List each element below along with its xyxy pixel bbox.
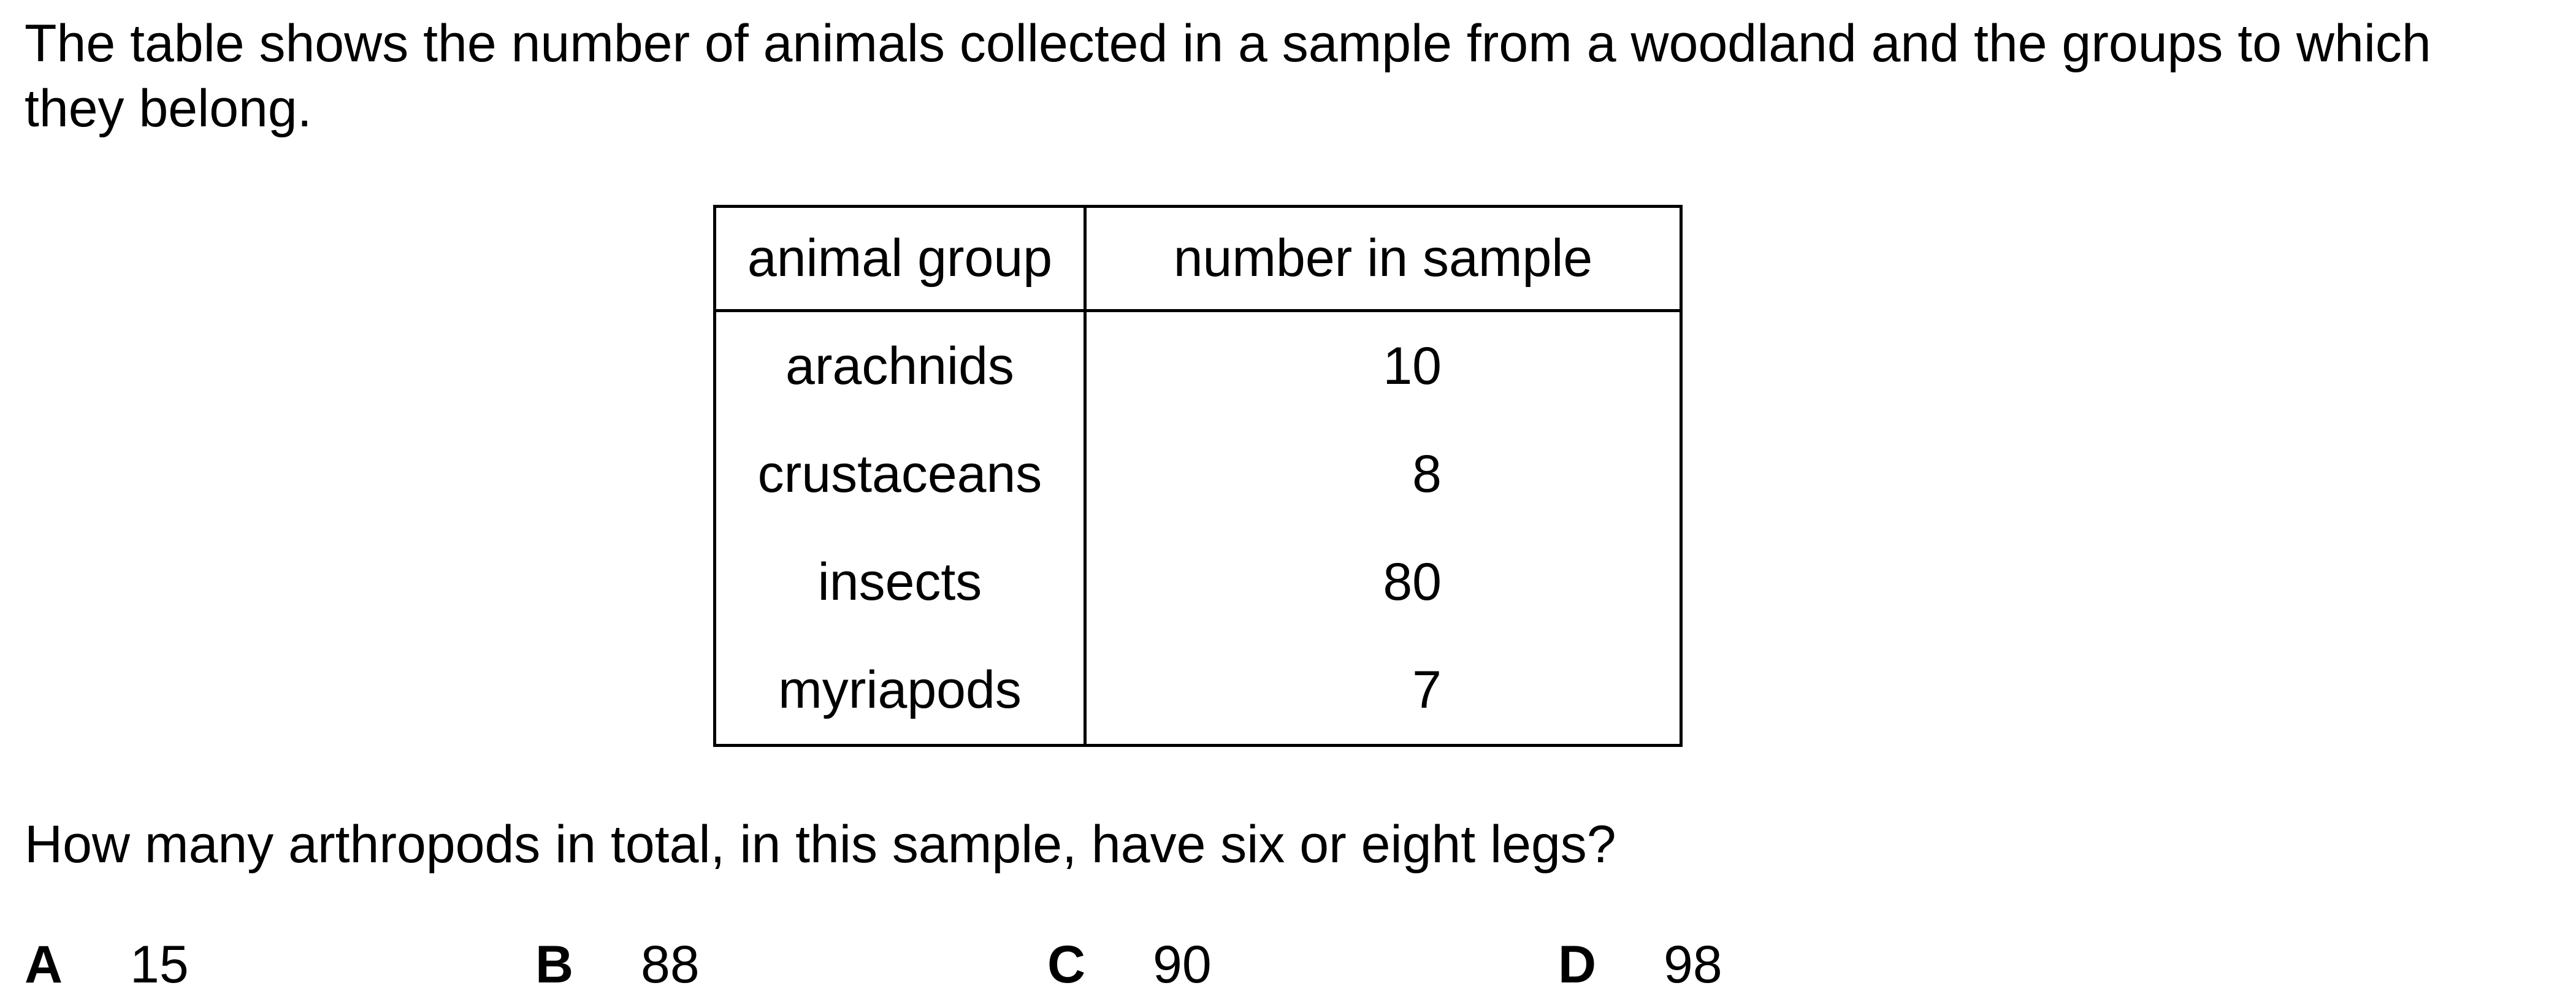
option-a[interactable]: A 15 <box>25 932 189 997</box>
number-cell: 10 <box>1383 336 1442 396</box>
table-row: crustaceans 8 <box>714 420 1681 528</box>
option-b[interactable]: B 88 <box>535 932 700 997</box>
option-value: 88 <box>641 935 700 994</box>
table-row: arachnids 10 <box>714 310 1681 420</box>
table-row: myriapods 7 <box>714 636 1681 746</box>
question-text: How many arthropods in total, in this sa… <box>25 815 1616 874</box>
number-cell: 80 <box>1383 552 1442 611</box>
animal-group-cell: crustaceans <box>714 420 1087 528</box>
number-cell: 8 <box>1412 444 1442 503</box>
option-value: 90 <box>1153 935 1212 994</box>
option-value: 98 <box>1664 935 1722 994</box>
header-animal-group: animal group <box>714 206 1087 312</box>
option-letter: B <box>535 935 574 994</box>
option-letter: C <box>1047 935 1086 994</box>
animal-table: animal group number in sample arachnids … <box>713 205 1683 747</box>
option-c[interactable]: C 90 <box>1047 932 1212 997</box>
option-d[interactable]: D 98 <box>1558 932 1722 997</box>
number-cell: 7 <box>1412 660 1442 719</box>
animal-group-cell: insects <box>714 528 1087 636</box>
option-value: 15 <box>130 935 189 994</box>
intro-text: The table shows the number of animals co… <box>25 14 2431 138</box>
table-row: insects 80 <box>714 528 1681 636</box>
animal-group-cell: myriapods <box>714 636 1087 746</box>
option-letter: D <box>1558 935 1597 994</box>
table-header-row: animal group number in sample <box>714 206 1681 312</box>
header-number-in-sample: number in sample <box>1085 206 1681 312</box>
animal-group-cell: arachnids <box>714 310 1087 420</box>
option-letter: A <box>25 935 63 994</box>
